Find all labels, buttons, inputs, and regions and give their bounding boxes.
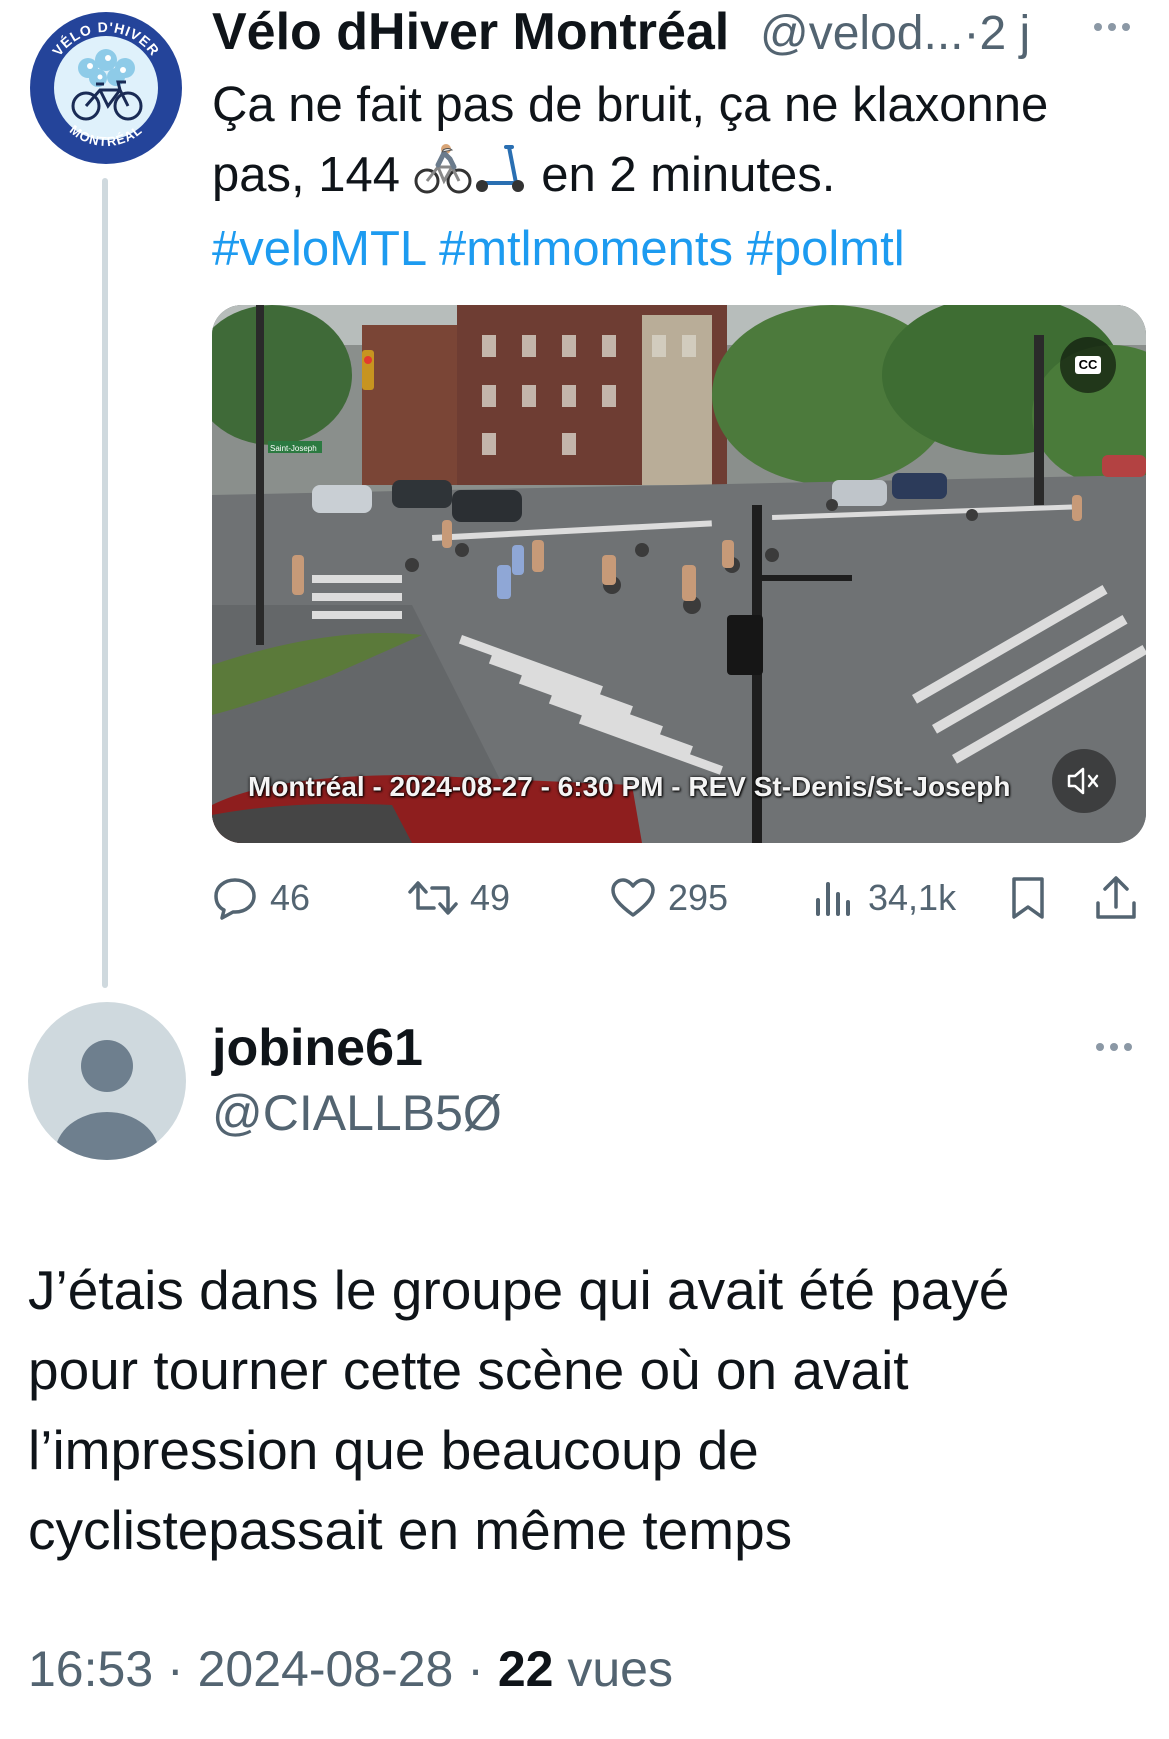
more-options-button[interactable]	[1082, 2, 1142, 52]
reply-text-line: cyclistepassait en même temps	[28, 1499, 793, 1561]
velo-dhiver-logo: VÉLO D'HIVER MONTRÉAL	[30, 12, 182, 164]
time-separator: ·	[963, 7, 980, 60]
tweet-actions-bar: 46 49 295 34,1k	[212, 868, 1146, 928]
hashtag-link[interactable]: #polmtl	[747, 222, 905, 276]
tweet-header: Vélo dHiver Montréal @velod...·2 j	[212, 2, 1142, 64]
reply-views-label: vues	[567, 1641, 673, 1697]
video-frame-intersection: Saint-Joseph	[212, 305, 1146, 843]
more-dots-icon	[1094, 23, 1130, 31]
heart-icon	[611, 878, 655, 917]
tweet-text-fragment: en 2 minutes.	[527, 148, 836, 202]
reply-count: 46	[270, 877, 311, 918]
reply-author-name[interactable]: jobine61	[212, 1018, 423, 1078]
tweet-text-line: pas, 144 en 2 minutes.	[212, 140, 1142, 214]
reply-metadata: 16:53 · 2024-08-28 · 22 vues	[28, 1640, 673, 1698]
mute-button[interactable]	[1052, 749, 1116, 813]
bookmark-button[interactable]	[1008, 868, 1048, 928]
reply-time[interactable]: 16:53	[28, 1641, 153, 1697]
tweet-text: Ça ne fait pas de bruit, ça ne klaxonne …	[212, 70, 1142, 284]
video-player[interactable]: Saint-Joseph CC Montréal - 2024-08-27 - …	[212, 305, 1146, 843]
views-button[interactable]: 34,1k	[812, 868, 956, 928]
reply-text-line: J’étais dans le groupe qui avait été pay…	[28, 1259, 1010, 1321]
more-dots-icon	[1096, 1043, 1132, 1051]
reply-more-options-button[interactable]	[1084, 1022, 1144, 1072]
speaker-muted-icon	[1067, 767, 1099, 795]
share-button[interactable]	[1094, 868, 1138, 928]
cc-icon: CC	[1075, 356, 1101, 374]
author-avatar[interactable]: VÉLO D'HIVER MONTRÉAL	[28, 10, 184, 166]
meta-separator: ·	[167, 1641, 184, 1697]
views-bar-chart-icon	[816, 882, 850, 916]
retweet-count: 49	[470, 877, 511, 918]
tweet-text-line: Ça ne fait pas de bruit, ça ne klaxonne	[212, 78, 1049, 132]
like-button[interactable]: 295	[610, 868, 728, 928]
tweet-text-fragment: pas, 144	[212, 148, 414, 202]
retweet-icon	[408, 881, 458, 915]
kick-scooter-emoji-icon	[472, 143, 528, 214]
retweet-button[interactable]: 49	[408, 868, 510, 928]
author-name[interactable]: Vélo dHiver Montréal	[212, 2, 729, 62]
author-handle-and-time: @velod...·2 j	[760, 6, 1030, 61]
reply-bubble-icon	[214, 878, 256, 920]
thread-connector-line	[102, 178, 108, 988]
tweet-time[interactable]: 2 j	[979, 7, 1030, 60]
hashtag-line: #veloMTL #mtlmoments #polmtl	[212, 214, 1142, 284]
views-count: 34,1k	[868, 877, 957, 918]
cyclist-emoji-icon	[414, 143, 472, 214]
captions-button[interactable]: CC	[1060, 337, 1116, 393]
reply-text-line: pour tourner cette scène où on avait	[28, 1339, 909, 1401]
reply-button[interactable]: 46	[212, 868, 310, 928]
reply-author-handle[interactable]: @CIALLB5Ø	[212, 1084, 502, 1142]
like-count: 295	[668, 877, 729, 918]
reply-date[interactable]: 2024-08-28	[198, 1641, 454, 1697]
default-profile-icon	[55, 1040, 159, 1160]
author-handle[interactable]: @velod...	[760, 7, 963, 60]
reply-text: J’étais dans le groupe qui avait été pay…	[28, 1250, 1148, 1570]
hashtag-link[interactable]: #veloMTL	[212, 222, 425, 276]
hashtag-link[interactable]: #mtlmoments	[439, 222, 733, 276]
video-caption-overlay: Montréal - 2024-08-27 - 6:30 PM - REV St…	[248, 771, 1011, 802]
bookmark-icon	[1012, 877, 1044, 919]
reply-views-count: 22	[497, 1641, 554, 1697]
share-upload-icon	[1096, 876, 1136, 919]
svg-text:Saint-Joseph: Saint-Joseph	[270, 444, 317, 453]
default-avatar[interactable]	[28, 1002, 186, 1160]
reply-text-line: l’impression que beaucoup de	[28, 1419, 759, 1481]
meta-separator: ·	[467, 1641, 484, 1697]
